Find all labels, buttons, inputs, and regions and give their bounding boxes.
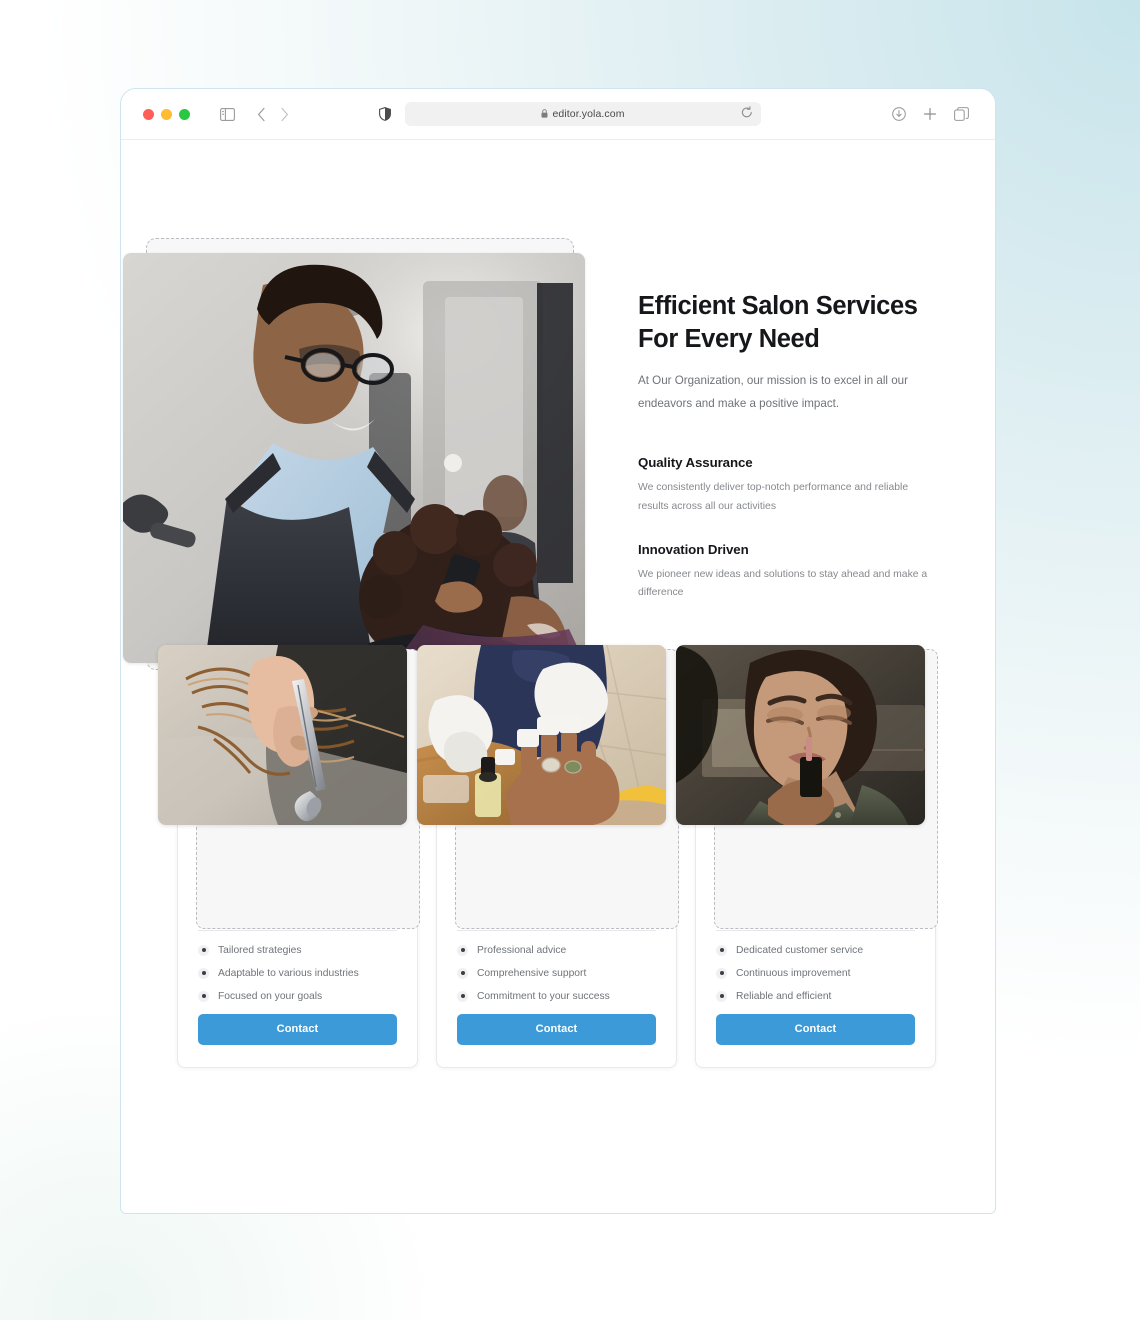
new-tab-plus-icon[interactable] [923,107,937,121]
bullet-icon [198,944,209,956]
bullet-icon [198,967,209,979]
feature-innovation-driven: Innovation Driven We pioneer new ideas a… [638,542,928,602]
list-item: Reliable and efficient [716,990,915,1002]
list-item-label: Commitment to your success [477,990,610,1002]
feature-body: We consistently deliver top-notch perfor… [638,482,909,512]
divider [457,929,656,931]
list-item-label: Professional advice [477,944,567,956]
browser-toolbar: editor.yola.com [121,89,995,140]
list-item-label: Focused on your goals [218,990,323,1002]
list-item-label: Reliable and efficient [736,990,832,1002]
lock-icon [541,108,548,120]
contact-button[interactable]: Contact [198,1013,397,1045]
feature-quality-assurance: Quality Assurance We consistently delive… [638,455,928,515]
sidebar-toggle-icon[interactable] [220,107,235,121]
list-item-label: Adaptable to various industries [218,967,359,979]
bullet-icon [716,944,727,956]
list-item-label: Tailored strategies [218,944,302,956]
minimize-window-button[interactable] [161,108,172,120]
service-card-comprehensive-support[interactable]: Comprehensive Support We offer extensive… [676,645,938,1068]
address-bar[interactable]: editor.yola.com [405,102,761,126]
list-item: Comprehensive support [457,967,656,979]
reader-contrast-icon[interactable] [379,107,391,121]
card-image-makeup[interactable] [676,645,925,825]
feature-title: Innovation Driven [638,541,749,557]
hero-subheading: At Our Organization, our mission is to e… [638,374,908,410]
bullet-icon [457,990,468,1002]
maximize-window-button[interactable] [179,108,190,120]
card-image-hair-cutting[interactable] [158,645,407,825]
feature-title: Quality Assurance [638,455,753,471]
contact-button[interactable]: Contact [716,1013,915,1045]
reload-icon[interactable] [741,106,753,124]
list-item-label: Continuous improvement [736,967,851,979]
list-item: Focused on your goals [198,990,397,1002]
bullet-icon [457,944,468,956]
hero-text-block: Efficient Salon Services For Every Need … [638,290,928,602]
hero-image-selection-box[interactable] [123,238,585,670]
contact-button[interactable]: Contact [457,1013,656,1045]
tab-overview-icon[interactable] [954,107,969,121]
list-item: Tailored strategies [198,944,397,956]
close-window-button[interactable] [143,108,154,120]
list-item-label: Comprehensive support [477,967,587,979]
list-item-label: Dedicated customer service [736,944,864,956]
service-cards-row: Custom Solutions We provide personalized… [158,645,938,1068]
website-canvas: Efficient Salon Services For Every Need … [121,140,995,1213]
card-feature-list: Tailored strategies Adaptable to various… [198,944,397,1002]
list-item: Adaptable to various industries [198,967,397,979]
divider [198,929,397,931]
download-icon[interactable] [892,107,906,121]
list-item: Continuous improvement [716,967,915,979]
card-feature-list: Dedicated customer service Continuous im… [716,944,915,1002]
back-navigation-icon[interactable] [257,107,266,122]
card-feature-list: Professional advice Comprehensive suppor… [457,944,656,1002]
toolbar-right-actions [892,107,973,121]
hero-image[interactable] [123,253,585,663]
page-title: Efficient Salon Services For Every Need [638,292,918,353]
service-card-custom-solutions[interactable]: Custom Solutions We provide personalized… [158,645,420,1068]
bullet-icon [716,967,727,979]
window-controls [143,108,190,120]
bullet-icon [457,967,468,979]
list-item: Commitment to your success [457,990,656,1002]
url-text: editor.yola.com [552,108,625,120]
forward-navigation-icon[interactable] [280,107,289,122]
card-image-manicure[interactable] [417,645,666,825]
browser-window: editor.yola.com Efficient Salon Services… [120,88,996,1214]
list-item: Professional advice [457,944,656,956]
service-card-expert-guidance[interactable]: Expert Guidance Our experienced team is … [417,645,679,1068]
divider [716,929,915,931]
list-item: Dedicated customer service [716,944,915,956]
bullet-icon [198,990,209,1002]
bullet-icon [716,990,727,1002]
feature-body: We pioneer new ideas and solutions to st… [638,568,928,599]
